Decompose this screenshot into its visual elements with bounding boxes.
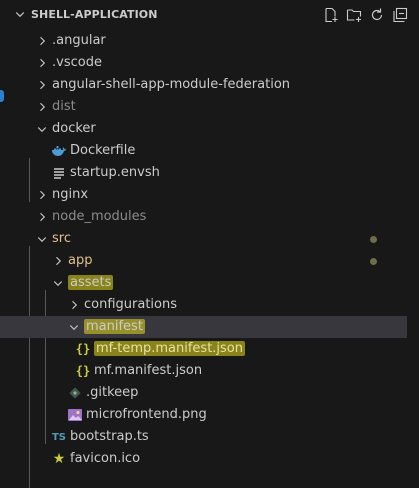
new-file-icon[interactable] <box>322 6 340 24</box>
tree-folder-row[interactable]: configurations <box>0 294 407 316</box>
chevron-right-icon[interactable] <box>34 77 50 93</box>
tree-folder-row[interactable]: manifest <box>0 316 407 338</box>
image-icon <box>66 407 84 423</box>
chevron-down-icon[interactable] <box>34 231 50 247</box>
tree-item-text: node_modules <box>52 209 147 224</box>
tree-item-label: manifest <box>84 316 145 338</box>
chevron-right-icon[interactable] <box>34 33 50 49</box>
gitkeep-icon <box>66 385 84 401</box>
tree-item-text: app <box>68 253 93 268</box>
tree-file-row[interactable]: TS bootstrap.ts <box>0 426 407 448</box>
tree-item-label: .angular <box>52 30 106 52</box>
tree-item-label: node_modules <box>52 206 146 228</box>
tree-item-label: microfrontend.png <box>86 404 207 426</box>
tree-folder-row[interactable]: .vscode <box>0 52 407 74</box>
tree-item-text: nginx <box>52 187 89 202</box>
tree-item-label: mf.manifest.json <box>94 360 202 382</box>
tree-item-text: bootstrap.ts <box>70 429 149 444</box>
tree-item-text: microfrontend.png <box>86 407 207 422</box>
tree-folder-row[interactable]: node_modules <box>0 206 407 228</box>
tree-item-label: bootstrap.ts <box>70 426 149 448</box>
tree-item-text: manifest <box>84 319 145 334</box>
chevron-down-icon[interactable] <box>14 8 26 24</box>
tree-folder-row[interactable]: .angular <box>0 30 407 52</box>
tree-folder-row[interactable]: app <box>0 250 407 272</box>
tree-item-text: .vscode <box>52 55 102 70</box>
chevron-right-icon[interactable] <box>34 99 50 115</box>
tree-item-label: angular-shell-app-module-federation <box>52 74 290 96</box>
ts-icon: TS <box>51 431 67 443</box>
tree-item-text: mf.manifest.json <box>94 363 203 378</box>
modified-dot-icon <box>370 258 377 265</box>
tree-item-label: assets <box>68 272 114 294</box>
chevron-right-icon[interactable] <box>34 187 50 203</box>
explorer-title[interactable]: SHELL-APPLICATION <box>31 0 158 30</box>
tree-item-label: configurations <box>84 294 177 316</box>
chevron-right-icon[interactable] <box>34 209 50 225</box>
tree-item-text: startup.envsh <box>70 165 160 180</box>
tree-item-label: favicon.ico <box>70 448 140 470</box>
tree-item-label: .vscode <box>52 52 102 74</box>
tree-folder-row[interactable]: docker <box>0 118 407 140</box>
json-icon: {} <box>75 364 91 378</box>
tree-item-label: Dockerfile <box>70 140 135 162</box>
tree-file-row[interactable]: Dockerfile <box>0 140 407 162</box>
tree-item-text: favicon.ico <box>70 451 141 466</box>
chevron-down-icon[interactable] <box>50 275 66 291</box>
tree-item-text: assets <box>68 275 114 290</box>
tree-item-text: docker <box>52 121 96 136</box>
chevron-right-icon[interactable] <box>34 55 50 71</box>
tree-item-label: dist <box>52 96 76 118</box>
tree-item-label: mf-temp.manifest.json <box>94 338 245 360</box>
tree-file-row[interactable]: .gitkeep <box>0 382 407 404</box>
tree-item-text: src <box>52 231 71 246</box>
chevron-right-icon[interactable] <box>50 253 66 269</box>
tree-item-label: app <box>68 250 92 272</box>
tree-item-text: mf-temp.manifest.json <box>94 341 245 356</box>
tree-file-row[interactable]: startup.envsh <box>0 162 407 184</box>
tree-file-row[interactable]: {} mf.manifest.json <box>0 360 407 382</box>
tree-item-label: nginx <box>52 184 88 206</box>
tree-item-label: docker <box>52 118 96 140</box>
json-icon: {} <box>75 342 91 356</box>
tree-folder-row[interactable]: src <box>0 228 407 250</box>
tree-item-text: .gitkeep <box>86 385 139 400</box>
explorer-header: SHELL-APPLICATION <box>0 0 419 30</box>
tree-file-row[interactable]: {} mf-temp.manifest.json <box>0 338 407 360</box>
chevron-down-icon[interactable] <box>34 121 50 137</box>
tree-item-text: angular-shell-app-module-federation <box>52 77 291 92</box>
docker-icon <box>50 143 68 159</box>
tree-item-label: startup.envsh <box>70 162 160 184</box>
explorer-actions <box>322 6 409 24</box>
tree-item-label: src <box>52 228 71 250</box>
collapse-all-icon[interactable] <box>391 6 409 24</box>
tree-item-text: configurations <box>84 297 178 312</box>
tree-item-label: .gitkeep <box>86 382 138 404</box>
new-folder-icon[interactable] <box>345 6 363 24</box>
tree-folder-row[interactable]: angular-shell-app-module-federation <box>0 74 407 96</box>
refresh-icon[interactable] <box>368 6 386 24</box>
tree-item-text: .angular <box>52 33 106 48</box>
tree-item-text: dist <box>52 99 76 114</box>
chevron-right-icon[interactable] <box>66 297 82 313</box>
tree-item-text: Dockerfile <box>70 143 136 158</box>
modified-dot-icon <box>370 236 377 243</box>
tree-folder-row[interactable]: dist <box>0 96 407 118</box>
lines-icon <box>50 165 68 181</box>
tree-folder-row[interactable]: assets <box>0 272 407 294</box>
tree-file-row[interactable]: microfrontend.png <box>0 404 407 426</box>
tree-file-row[interactable]: ★ favicon.ico <box>0 448 407 470</box>
tree-folder-row[interactable]: nginx <box>0 184 407 206</box>
chevron-down-icon[interactable] <box>66 319 82 335</box>
